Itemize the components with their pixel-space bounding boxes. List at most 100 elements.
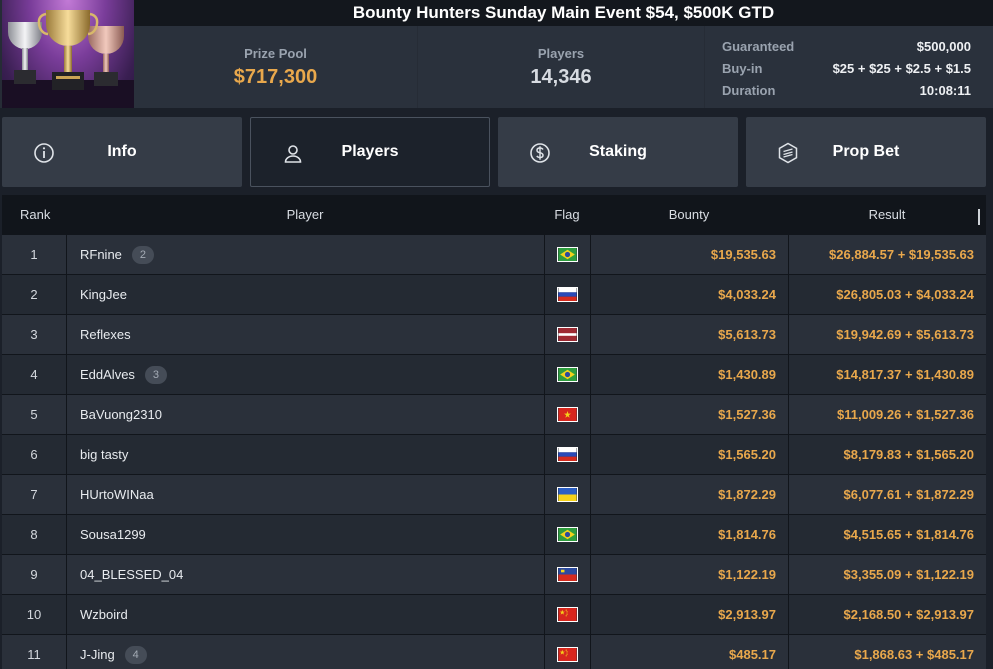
bounty-cell: $19,535.63 — [590, 235, 788, 274]
prop-bet-icon — [778, 142, 798, 164]
tab-players[interactable]: Players — [250, 117, 490, 187]
table-row[interactable]: 9 04_BLESSED_04 $1,122.19 $3,355.09 + $1… — [2, 555, 986, 595]
tournament-title: Bounty Hunters Sunday Main Event $54, $5… — [352, 3, 775, 22]
player-name[interactable]: Reflexes — [80, 315, 131, 354]
trophy-icon — [2, 10, 134, 108]
players-count-panel: Players 14,346 — [418, 26, 704, 108]
liechtenstein-flag-icon — [557, 567, 578, 582]
table-row[interactable]: 4 EddAlves 3 $1,430.89 $14,817.37 + $1,43… — [2, 355, 986, 395]
user-icon — [284, 145, 302, 163]
flag-cell — [544, 235, 590, 274]
bounty-cell: $1,527.36 — [590, 395, 788, 434]
player-name[interactable]: 04_BLESSED_04 — [80, 555, 183, 594]
brazil-flag-icon — [557, 527, 578, 542]
russia-flag-icon — [557, 287, 578, 302]
rank-cell: 7 — [30, 487, 38, 502]
dollar-coin-icon — [530, 143, 550, 163]
result-cell: $11,009.26 + $1,527.36 — [788, 395, 986, 434]
bounty-cell: $1,872.29 — [590, 475, 788, 514]
flag-cell — [544, 435, 590, 474]
result-cell: $4,515.65 + $1,814.76 — [788, 515, 986, 554]
meta-value: 10:08:11 — [919, 83, 971, 98]
column-header-result[interactable]: Result — [788, 195, 986, 235]
prize-pool-label: Prize Pool — [244, 46, 307, 61]
player-name[interactable]: BaVuong2310 — [80, 395, 162, 434]
info-icon — [34, 143, 54, 163]
player-cell: J-Jing 4 — [66, 635, 544, 669]
rank-cell: 6 — [30, 447, 38, 462]
player-cell: RFnine 2 — [66, 235, 544, 274]
player-name[interactable]: Sousa1299 — [80, 515, 146, 554]
player-name[interactable]: Wzboird — [80, 595, 128, 634]
rank-cell: 5 — [30, 407, 38, 422]
table-row[interactable]: 8 Sousa1299 $1,814.76 $4,515.65 + $1,814… — [2, 515, 986, 555]
flag-cell — [544, 355, 590, 394]
player-cell: 04_BLESSED_04 — [66, 555, 544, 594]
table-row[interactable]: 10 Wzboird $2,913.97 $2,168.50 + $2,913.… — [2, 595, 986, 635]
result-cell: $14,817.37 + $1,430.89 — [788, 355, 986, 394]
tab-info[interactable]: Info — [2, 117, 242, 187]
result-cell: $1,868.63 + $485.17 — [788, 635, 986, 669]
ukraine-flag-icon — [557, 487, 578, 502]
table-row[interactable]: 5 BaVuong2310 $1,527.36 $11,009.26 + $1,… — [2, 395, 986, 435]
meta-value: $25 + $25 + $2.5 + $1.5 — [832, 61, 971, 76]
flag-cell — [544, 595, 590, 634]
table-row[interactable]: 7 HUrtoWINaa $1,872.29 $6,077.61 + $1,87… — [2, 475, 986, 515]
bounty-cell: $1,122.19 — [590, 555, 788, 594]
rank-cell: 1 — [30, 247, 38, 262]
players-count-value: 14,346 — [530, 66, 592, 88]
meta-row-duration: Duration 10:08:11 — [722, 80, 971, 102]
player-cell: big tasty — [66, 435, 544, 474]
tab-bar: Info Players Staking Prop Bet — [0, 117, 993, 187]
player-count-badge: 2 — [131, 245, 154, 264]
column-header-player[interactable]: Player — [66, 195, 544, 235]
player-cell: BaVuong2310 — [66, 395, 544, 434]
player-name[interactable]: J-Jing — [80, 635, 115, 669]
flag-cell — [544, 555, 590, 594]
player-cell: Sousa1299 — [66, 515, 544, 554]
player-name[interactable]: HUrtoWINaa — [80, 475, 154, 514]
flag-cell — [544, 515, 590, 554]
china-flag-icon — [557, 647, 578, 662]
player-count-badge: 4 — [124, 645, 147, 664]
result-cell: $26,805.03 + $4,033.24 — [788, 275, 986, 314]
tab-prop-bet[interactable]: Prop Bet — [746, 117, 986, 187]
column-header-bounty[interactable]: Bounty — [590, 195, 788, 235]
player-name[interactable]: KingJee — [80, 275, 127, 314]
meta-key: Guaranteed — [722, 39, 795, 54]
flag-cell — [544, 315, 590, 354]
table-row[interactable]: 11 J-Jing 4 $485.17 $1,868.63 + $485.17 — [2, 635, 986, 669]
russia-flag-icon — [557, 447, 578, 462]
result-cell: $2,168.50 + $2,913.97 — [788, 595, 986, 634]
table-header: Rank Player Flag Bounty Result — [2, 195, 986, 235]
flag-cell — [544, 395, 590, 434]
rank-cell: 2 — [30, 287, 38, 302]
brazil-flag-icon — [557, 367, 578, 382]
table-row[interactable]: 2 KingJee $4,033.24 $26,805.03 + $4,033.… — [2, 275, 986, 315]
rank-cell: 4 — [30, 367, 38, 382]
table-row[interactable]: 1 RFnine 2 $19,535.63 $26,884.57 + $19,53… — [2, 235, 986, 275]
meta-row-guaranteed: Guaranteed $500,000 — [722, 36, 971, 58]
flag-cell — [544, 275, 590, 314]
bounty-cell: $1,814.76 — [590, 515, 788, 554]
player-name[interactable]: big tasty — [80, 435, 128, 474]
rank-cell: 9 — [30, 567, 38, 582]
player-name[interactable]: EddAlves — [80, 355, 135, 394]
bounty-cell: $485.17 — [590, 635, 788, 669]
player-cell: Wzboird — [66, 595, 544, 634]
player-cell: KingJee — [66, 275, 544, 314]
player-name[interactable]: RFnine — [80, 235, 122, 274]
rank-cell: 11 — [27, 647, 41, 662]
bounty-cell: $4,033.24 — [590, 275, 788, 314]
table-row[interactable]: 3 Reflexes $5,613.73 $19,942.69 + $5,613… — [2, 315, 986, 355]
tab-staking[interactable]: Staking — [498, 117, 738, 187]
prize-pool-value: $717,300 — [233, 66, 318, 88]
table-row[interactable]: 6 big tasty $1,565.20 $8,179.83 + $1,565… — [2, 435, 986, 475]
column-header-flag[interactable]: Flag — [544, 195, 590, 235]
column-header-rank[interactable]: Rank — [2, 195, 66, 235]
column-resize-handle[interactable] — [978, 209, 980, 225]
brazil-flag-icon — [557, 247, 578, 262]
bounty-cell: $1,430.89 — [590, 355, 788, 394]
meta-key: Buy-in — [722, 61, 763, 76]
meta-key: Duration — [722, 83, 776, 98]
